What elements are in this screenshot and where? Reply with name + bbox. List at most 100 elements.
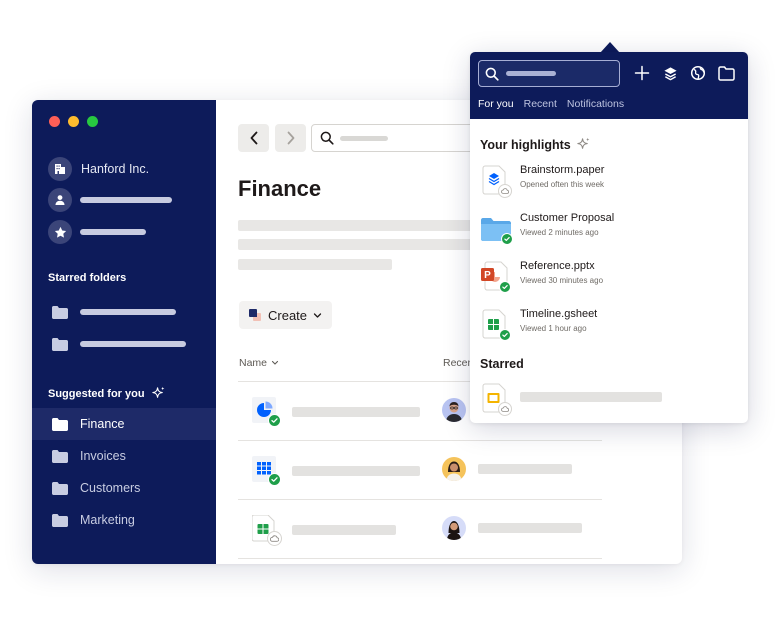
folder-icon bbox=[52, 337, 68, 351]
folder-icon bbox=[52, 481, 68, 495]
starred-item[interactable] bbox=[480, 380, 738, 420]
table-row[interactable] bbox=[238, 500, 602, 558]
gslides-file-icon bbox=[480, 382, 512, 416]
recent-placeholder bbox=[478, 464, 572, 474]
chevron-left-icon bbox=[250, 131, 257, 145]
cloud-icon bbox=[268, 532, 281, 545]
chevron-right-icon bbox=[287, 131, 294, 145]
placeholder-text bbox=[80, 341, 186, 347]
folder-icon bbox=[480, 212, 513, 246]
avatar bbox=[442, 457, 466, 481]
column-header-recent[interactable]: Recen bbox=[443, 357, 473, 369]
sidebar-folder-customers[interactable]: Customers bbox=[32, 472, 216, 504]
sidebar-folder-invoices[interactable]: Invoices bbox=[32, 440, 216, 472]
cloud-icon bbox=[499, 185, 511, 197]
folder-icon bbox=[52, 513, 68, 527]
folder-icon bbox=[52, 449, 68, 463]
highlights-heading: Your highlights bbox=[480, 137, 591, 152]
column-header-name[interactable]: Name bbox=[239, 357, 279, 369]
folder-icon bbox=[52, 417, 68, 431]
window-controls bbox=[49, 116, 98, 127]
starred-folder-item[interactable] bbox=[32, 296, 216, 328]
quick-access-popover: For you Recent Notifications Your highli… bbox=[470, 52, 748, 423]
sidebar-folder-marketing[interactable]: Marketing bbox=[32, 504, 216, 536]
starred-folders-heading: Starred folders bbox=[48, 272, 127, 284]
highlight-item-reference[interactable]: P Reference.pptx Viewed 30 minutes ago bbox=[480, 258, 738, 298]
close-window-button[interactable] bbox=[49, 116, 60, 127]
chevron-down-icon bbox=[271, 360, 279, 365]
highlight-item-timeline[interactable]: Timeline.gsheet Viewed 1 hour ago bbox=[480, 306, 738, 346]
placeholder-text bbox=[80, 229, 146, 235]
file-name: Customer Proposal bbox=[520, 212, 615, 224]
starred-folder-item[interactable] bbox=[32, 328, 216, 360]
maximize-window-button[interactable] bbox=[87, 116, 98, 127]
gsheet-file-icon bbox=[480, 308, 512, 342]
description-line bbox=[238, 239, 478, 250]
search-icon bbox=[485, 67, 499, 81]
sidebar-starred-item[interactable] bbox=[48, 220, 146, 244]
folder-label: Finance bbox=[80, 417, 125, 431]
sidebar-team-item[interactable]: Hanford Inc. bbox=[48, 157, 149, 181]
avatar bbox=[442, 398, 466, 422]
highlight-item-customer-proposal[interactable]: Customer Proposal Viewed 2 minutes ago bbox=[480, 210, 738, 250]
gsheet-file-icon bbox=[251, 514, 281, 545]
cloud-icon bbox=[499, 403, 511, 415]
suggested-heading-text: Suggested for you bbox=[48, 387, 145, 400]
layers-icon[interactable] bbox=[660, 63, 680, 83]
file-activity: Viewed 30 minutes ago bbox=[520, 276, 604, 285]
create-button[interactable]: Create bbox=[239, 301, 333, 329]
forward-button[interactable] bbox=[275, 124, 306, 152]
description-line bbox=[238, 220, 478, 231]
synced-check-icon bbox=[499, 329, 511, 341]
search-icon bbox=[320, 131, 334, 145]
svg-text:P: P bbox=[484, 270, 491, 281]
team-name: Hanford Inc. bbox=[81, 162, 150, 176]
synced-check-icon bbox=[499, 281, 511, 293]
placeholder-text bbox=[80, 197, 172, 203]
popover-tabs: For you Recent Notifications bbox=[478, 98, 624, 110]
table-row[interactable] bbox=[238, 441, 602, 499]
folder-label: Marketing bbox=[80, 513, 135, 527]
recent-placeholder bbox=[478, 523, 582, 533]
folder-icon bbox=[52, 305, 68, 319]
column-header-name-label: Name bbox=[239, 357, 268, 369]
star-icon bbox=[48, 220, 72, 244]
building-icon bbox=[48, 157, 72, 181]
highlight-item-brainstorm[interactable]: Brainstorm.paper Opened often this week bbox=[480, 162, 738, 202]
globe-icon[interactable] bbox=[688, 63, 708, 83]
file-activity: Viewed 2 minutes ago bbox=[520, 228, 599, 237]
sidebar-folder-finance[interactable]: Finance bbox=[32, 408, 216, 440]
folder-label: Invoices bbox=[80, 449, 126, 463]
page-title: Finance bbox=[238, 176, 322, 201]
tab-recent[interactable]: Recent bbox=[524, 98, 557, 110]
folder-icon[interactable] bbox=[716, 63, 736, 83]
grid-file-icon bbox=[252, 456, 281, 486]
tab-for-you[interactable]: For you bbox=[478, 98, 514, 110]
sparkle-icon bbox=[151, 386, 164, 398]
synced-check-icon bbox=[268, 473, 281, 486]
person-icon bbox=[48, 188, 72, 212]
tab-notifications[interactable]: Notifications bbox=[567, 98, 624, 110]
table-divider bbox=[238, 558, 602, 559]
search-input[interactable] bbox=[311, 124, 491, 152]
popover-search-input[interactable] bbox=[478, 60, 620, 87]
file-name: Reference.pptx bbox=[520, 260, 595, 272]
column-header-recent-label: Recen bbox=[443, 357, 474, 369]
sparkle-icon bbox=[577, 137, 590, 149]
synced-check-icon bbox=[501, 233, 513, 245]
sidebar-account-item[interactable] bbox=[48, 188, 172, 212]
file-activity: Opened often this week bbox=[520, 180, 605, 189]
file-name-placeholder bbox=[292, 407, 420, 417]
search-placeholder bbox=[340, 135, 388, 141]
popover-header: For you Recent Notifications bbox=[470, 52, 748, 119]
create-label: Create bbox=[268, 307, 308, 323]
suggested-heading: Suggested for you bbox=[48, 386, 166, 401]
plus-icon[interactable] bbox=[632, 63, 652, 83]
starred-heading-text: Starred bbox=[480, 357, 524, 371]
placeholder-text bbox=[80, 309, 176, 315]
minimize-window-button[interactable] bbox=[68, 116, 79, 127]
chevron-down-icon bbox=[313, 312, 322, 318]
back-button[interactable] bbox=[238, 124, 269, 152]
file-name-placeholder bbox=[292, 466, 420, 476]
create-icon bbox=[249, 309, 261, 321]
